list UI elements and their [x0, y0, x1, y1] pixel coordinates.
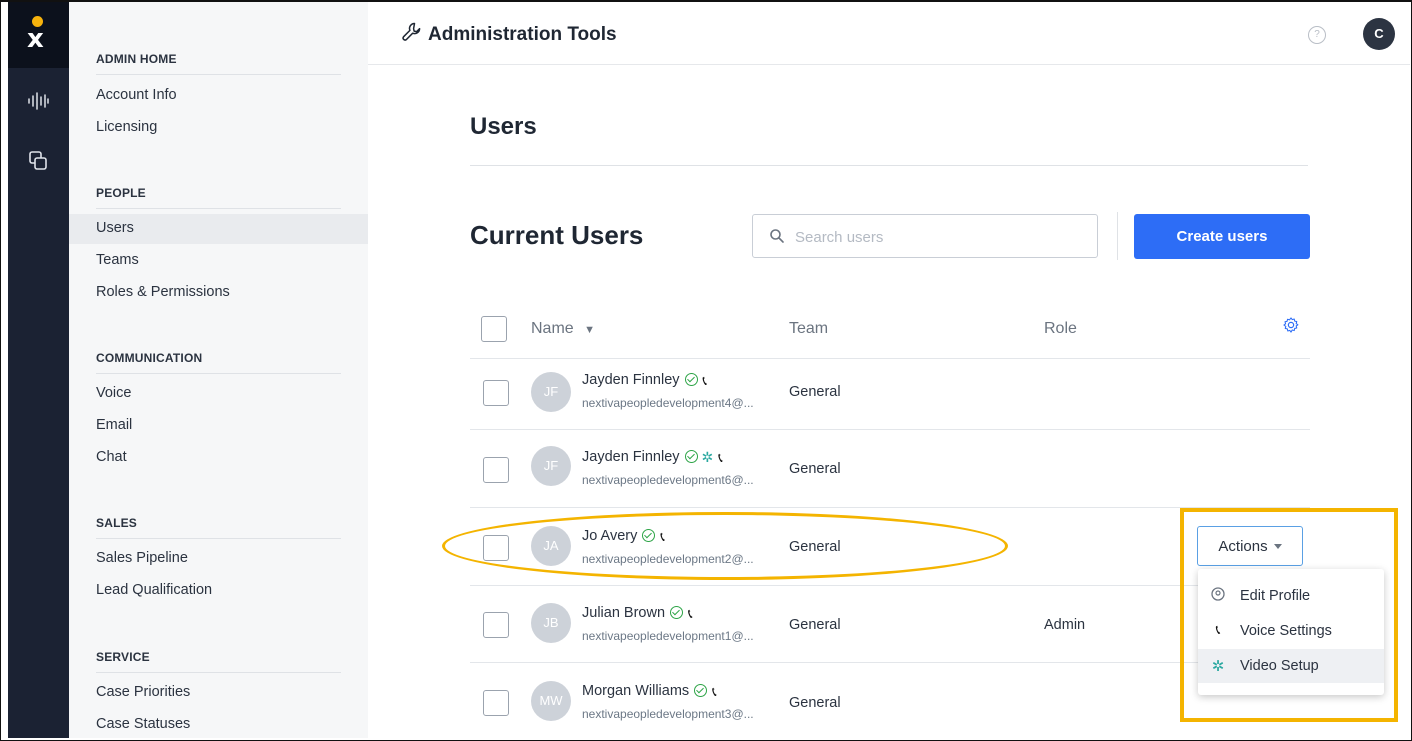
sidebar-section-service: SERVICE: [96, 650, 341, 673]
avatar: JF: [531, 372, 571, 412]
row-checkbox[interactable]: [483, 612, 509, 638]
create-users-button[interactable]: Create users: [1134, 214, 1310, 259]
row-checkbox[interactable]: [483, 380, 509, 406]
sidebar-item-teams[interactable]: Teams: [96, 252, 139, 268]
user-name[interactable]: Jayden Finnley ✲ 📞︎: [582, 449, 723, 466]
status-ok-icon: [684, 373, 698, 386]
user-team: General: [789, 617, 841, 633]
user-email: nextivapeopledevelopment4@...: [582, 396, 754, 410]
column-header-role[interactable]: Role: [1044, 320, 1077, 338]
app-logo[interactable]: x: [8, 2, 69, 68]
sidebar-item-case-statuses[interactable]: Case Statuses: [96, 716, 190, 732]
sidebar-item-lead-qualification[interactable]: Lead Qualification: [96, 582, 212, 598]
sidebar-section-people: PEOPLE: [96, 186, 341, 209]
user-name[interactable]: Jayden Finnley 📞︎: [582, 372, 707, 389]
sidebar-item-email[interactable]: Email: [96, 417, 132, 433]
user-name-text: Morgan Williams: [582, 683, 690, 699]
top-bar: Administration Tools: [368, 2, 1410, 65]
search-box: [752, 214, 1098, 258]
page-header-title: Administration Tools: [428, 24, 617, 45]
user-avatar[interactable]: C: [1363, 18, 1395, 50]
user-name-text: Jayden Finnley: [582, 372, 680, 388]
section-title: Current Users: [470, 220, 644, 250]
logo-x-icon: x: [27, 24, 44, 54]
phone-icon: 📞︎: [712, 684, 717, 699]
row-divider: [470, 429, 1310, 430]
sidebar-item-account-info[interactable]: Account Info: [96, 87, 177, 103]
user-team: General: [789, 695, 841, 711]
page-title: Users: [470, 113, 537, 140]
user-team: General: [789, 384, 841, 400]
user-name[interactable]: Morgan Williams 📞︎: [582, 683, 717, 700]
row-checkbox[interactable]: [483, 690, 509, 716]
highlight-box: [1180, 508, 1398, 722]
wrench-icon: [402, 22, 421, 41]
user-team: General: [789, 461, 841, 477]
avatar: JB: [531, 603, 571, 643]
sidebar-item-voice[interactable]: Voice: [96, 385, 131, 401]
phone-icon: 📞︎: [688, 606, 693, 621]
row-checkbox[interactable]: [483, 457, 509, 483]
user-name[interactable]: Julian Brown 📞︎: [582, 605, 693, 622]
avatar: JF: [531, 446, 571, 486]
sort-down-icon: ▼: [584, 324, 596, 336]
user-email: nextivapeopledevelopment1@...: [582, 629, 754, 643]
user-email: nextivapeopledevelopment6@...: [582, 473, 754, 487]
sidebar-item-licensing[interactable]: Licensing: [96, 119, 157, 135]
app-rail: x: [8, 2, 69, 738]
column-header-name-label: Name: [531, 320, 574, 337]
status-ok-icon: [684, 450, 698, 463]
sidebar-section-sales: SALES: [96, 516, 341, 539]
title-divider: [470, 165, 1308, 166]
select-all-checkbox[interactable]: [481, 316, 507, 342]
sidebar-item-case-priorities[interactable]: Case Priorities: [96, 684, 190, 700]
status-ok-icon: [670, 606, 684, 619]
help-icon[interactable]: ?: [1308, 26, 1326, 44]
sidebar-item-users[interactable]: Users: [96, 220, 134, 236]
search-icon: [770, 229, 784, 243]
user-email: nextivapeopledevelopment3@...: [582, 707, 754, 721]
search-input[interactable]: [793, 225, 1087, 249]
layers-icon[interactable]: [26, 150, 50, 172]
user-role: Admin: [1044, 617, 1086, 633]
column-header-name[interactable]: Name ▼: [531, 320, 595, 338]
sidebar-section-admin-home[interactable]: ADMIN HOME: [96, 52, 341, 75]
toolbar-divider: [1117, 212, 1118, 260]
gear-icon[interactable]: [1282, 316, 1300, 334]
sidebar-item-sales-pipeline[interactable]: Sales Pipeline: [96, 550, 188, 566]
video-icon: ✲: [701, 449, 714, 465]
sidebar-section-communication: COMMUNICATION: [96, 351, 341, 374]
user-name-text: Jayden Finnley: [582, 449, 680, 465]
phone-icon: 📞︎: [702, 373, 708, 388]
sidebar-item-chat[interactable]: Chat: [96, 449, 127, 465]
highlight-ellipse: [442, 512, 1008, 580]
table-header-divider: [470, 358, 1310, 359]
phone-icon: 📞︎: [718, 450, 723, 465]
soundwave-icon[interactable]: [26, 90, 50, 112]
status-ok-icon: [694, 684, 708, 697]
user-name-text: Julian Brown: [582, 605, 666, 621]
column-header-team[interactable]: Team: [789, 320, 828, 338]
sidebar-item-roles-permissions[interactable]: Roles & Permissions: [96, 284, 230, 300]
sidebar: ADMIN HOME Account Info Licensing PEOPLE…: [69, 2, 368, 738]
avatar: MW: [531, 681, 571, 721]
